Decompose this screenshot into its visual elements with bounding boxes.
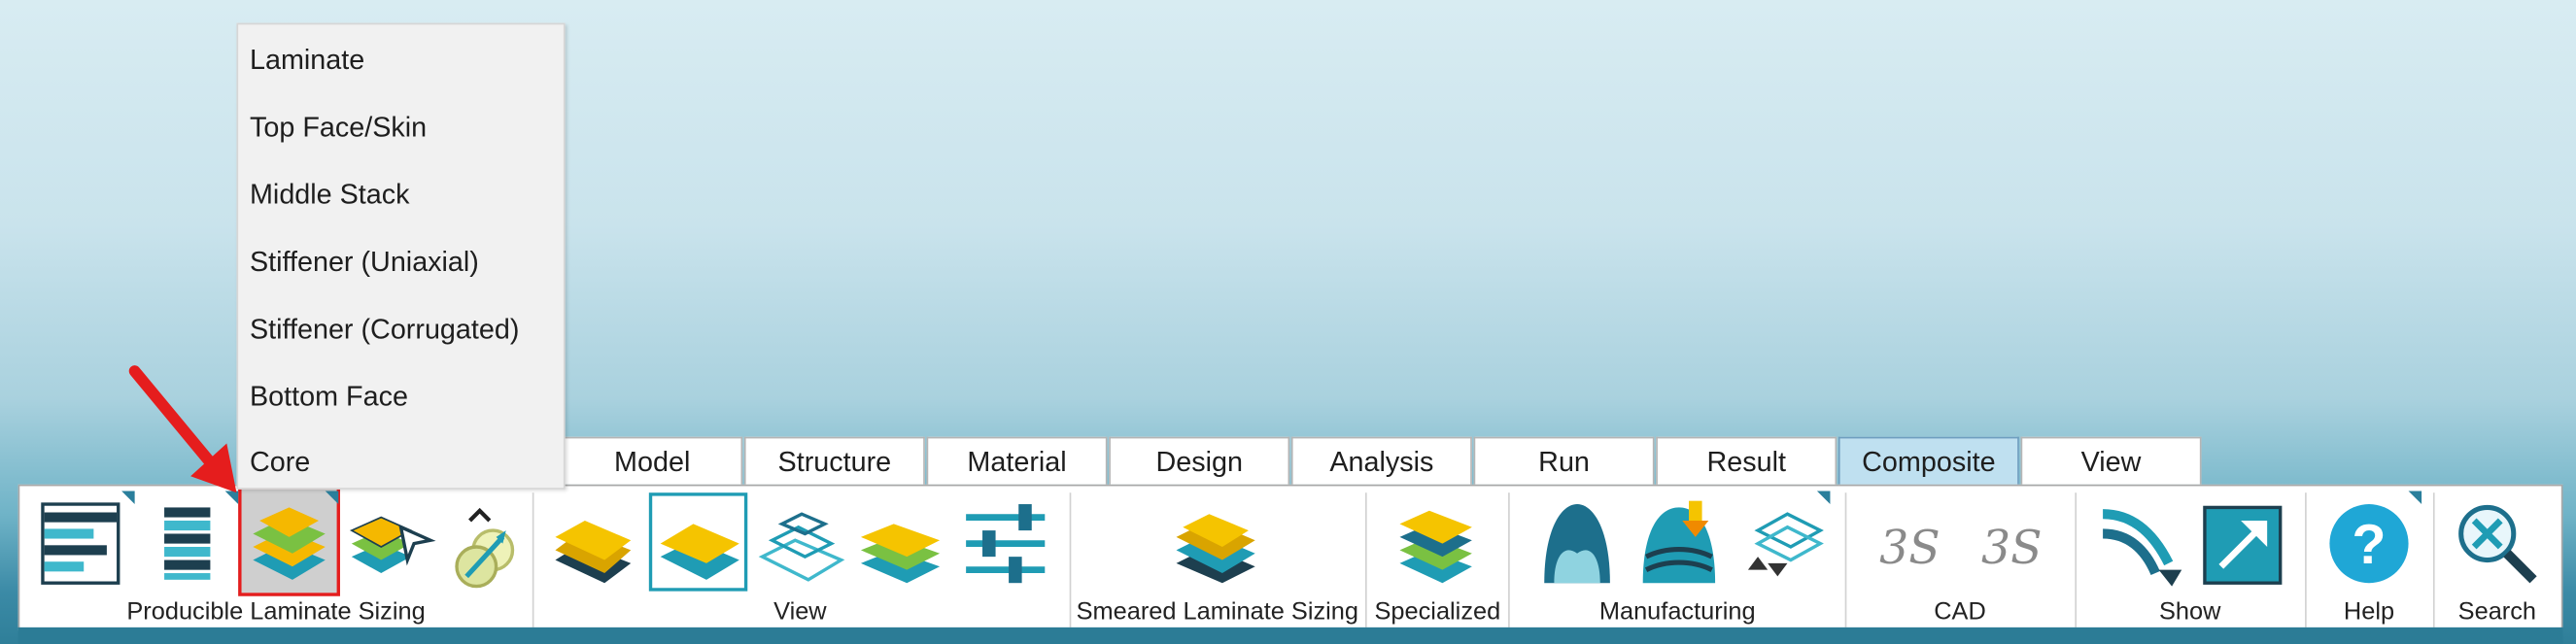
tab-model[interactable]: Model (562, 436, 743, 485)
menu-item-bottom-face[interactable]: Bottom Face (250, 381, 408, 414)
menu-item-core[interactable]: Core (250, 447, 310, 480)
group-label-search: Search (2457, 597, 2537, 627)
group-label-view: View (773, 597, 827, 627)
cad-logo-icon[interactable]: 3S (1867, 497, 1959, 590)
sliders-icon[interactable] (959, 497, 1051, 590)
drape-dome-icon[interactable] (1531, 497, 1624, 590)
stacked-layers-icon[interactable] (854, 497, 946, 590)
tab-design[interactable]: Design (1109, 436, 1290, 485)
menu-item-laminate[interactable]: Laminate (250, 45, 364, 78)
corner-arrow-icon[interactable] (2408, 491, 2422, 505)
group-label-cad: CAD (1934, 597, 1986, 627)
group-label-smeared-laminate-sizing: Smeared Laminate Sizing (1076, 597, 1359, 627)
outline-plies-icon[interactable] (756, 497, 848, 590)
menu-item-stiffener-corrugated[interactable]: Stiffener (Corrugated) (250, 314, 519, 347)
group-label-help: Help (2343, 597, 2395, 627)
svg-text:?: ? (2352, 514, 2386, 576)
svg-text:3S: 3S (1981, 522, 2043, 575)
group-separator (2305, 492, 2307, 627)
group-label-show: Show (2158, 597, 2221, 627)
tab-material[interactable]: Material (926, 436, 1108, 485)
search-icon[interactable] (2452, 497, 2544, 590)
group-label-manufacturing: Manufacturing (1598, 597, 1756, 627)
specialized-plies-icon[interactable] (1390, 497, 1482, 590)
group-separator (532, 492, 534, 627)
group-separator (1844, 492, 1847, 627)
help-icon[interactable]: ? (2323, 497, 2416, 590)
smeared-laminate-icon[interactable] (1170, 497, 1262, 590)
group-separator (2432, 492, 2435, 627)
tab-analysis[interactable]: Analysis (1290, 436, 1472, 485)
tab-view[interactable]: View (2020, 436, 2202, 485)
annotation-arrow-icon (128, 365, 237, 493)
menu-item-stiffener-uniaxial[interactable]: Stiffener (Uniaxial) (250, 247, 479, 280)
layered-plies-icon[interactable] (243, 497, 335, 590)
expand-arrow-icon[interactable] (437, 497, 530, 590)
dropdown-menu: Laminate Top Face/Skin Middle Stack Stif… (236, 22, 566, 490)
menu-item-middle-stack[interactable]: Middle Stack (250, 179, 410, 212)
laminate-surface-icon[interactable] (654, 497, 746, 590)
group-separator (2075, 492, 2078, 627)
group-label-producible-laminate-sizing: Producible Laminate Sizing (126, 597, 426, 627)
application-window: Model Structure Material Design Analysis… (0, 0, 2576, 644)
layer-transfer-icon[interactable] (1735, 497, 1827, 590)
menu-item-top-face-skin[interactable]: Top Face/Skin (250, 112, 427, 145)
group-label-specialized: Specialized (1374, 597, 1501, 627)
tab-structure[interactable]: Structure (743, 436, 925, 485)
solid-laminate-icon[interactable] (549, 497, 641, 590)
tab-composite[interactable]: Composite (1838, 436, 2019, 485)
corner-arrow-icon[interactable] (325, 491, 339, 505)
group-separator (1508, 492, 1510, 627)
ply-drop-icon[interactable] (1633, 497, 1726, 590)
status-strip (17, 627, 2563, 644)
cad-logo-icon[interactable]: 3S (1968, 497, 2060, 590)
show-curves-icon[interactable] (2096, 497, 2188, 590)
ply-select-icon[interactable] (345, 497, 437, 590)
group-separator (1069, 492, 1072, 627)
group-separator (1364, 492, 1367, 627)
tab-run[interactable]: Run (1473, 436, 1655, 485)
export-arrow-icon[interactable] (2198, 497, 2290, 590)
laminate-table-icon[interactable] (40, 497, 132, 590)
stack-icon[interactable] (148, 497, 240, 590)
tab-result[interactable]: Result (1656, 436, 1838, 485)
svg-text:3S: 3S (1879, 522, 1941, 575)
corner-arrow-icon[interactable] (1816, 491, 1831, 505)
